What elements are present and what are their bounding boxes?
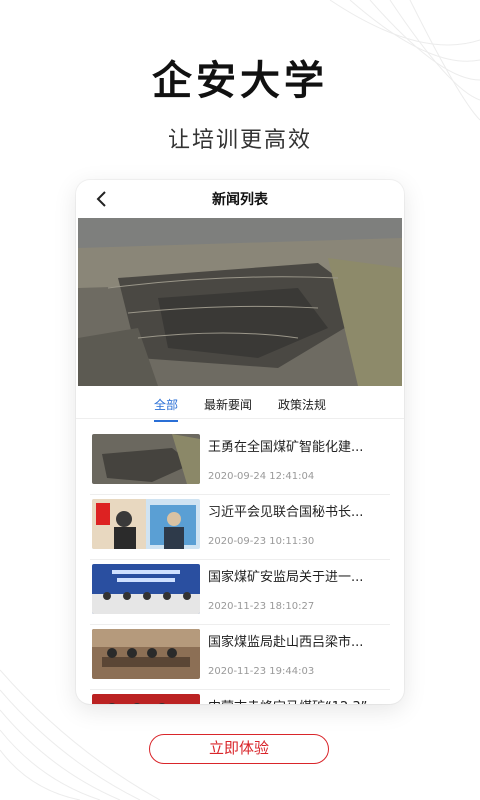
news-thumbnail: [92, 434, 200, 484]
news-thumbnail: [92, 564, 200, 614]
nav-bar: 新闻列表: [76, 180, 404, 218]
category-tabs: 全部 最新要闻 政策法规: [76, 386, 404, 422]
news-item[interactable]: 国家煤监局赴山西吕梁市... 2020-11-23 19:44:03: [90, 625, 390, 690]
news-item[interactable]: 王勇在全国煤矿智能化建... 2020-09-24 12:41:04: [90, 430, 390, 495]
news-thumbnail: [92, 499, 200, 549]
news-item[interactable]: 内蒙古赤峰宝马煤矿“12·3”: [90, 690, 390, 704]
news-title: 国家煤矿安监局关于进一...: [208, 570, 364, 585]
news-date: 2020-11-23 18:10:27: [208, 601, 315, 612]
news-thumbnail: [92, 629, 200, 679]
banner-image-mine[interactable]: [78, 218, 402, 386]
page-title: 新闻列表: [212, 192, 268, 208]
tab-latest-news[interactable]: 最新要闻: [204, 386, 252, 418]
app-title: 企安大学: [152, 58, 328, 104]
news-item[interactable]: 习近平会见联合国秘书长... 2020-09-23 10:11:30: [90, 495, 390, 560]
news-list: 王勇在全国煤矿智能化建... 2020-09-24 12:41:04 习近平会见…: [90, 430, 390, 704]
news-title: 国家煤监局赴山西吕梁市...: [208, 635, 364, 650]
news-thumbnail: [92, 694, 200, 704]
news-title: 内蒙古赤峰宝马煤矿“12·3”: [208, 696, 388, 704]
news-date: 2020-09-24 12:41:04: [208, 471, 315, 482]
news-title: 习近平会见联合国秘书长...: [208, 505, 364, 520]
try-now-button[interactable]: 立即体验: [149, 734, 329, 764]
phone-preview: 新闻列表 全部 最新要闻 政策法规 王勇在全国煤矿智能化建... 2020-09…: [76, 180, 404, 704]
news-date: 2020-09-23 10:11:30: [208, 536, 315, 547]
tabs-divider: [76, 418, 404, 419]
news-item[interactable]: 国家煤矿安监局关于进一... 2020-11-23 18:10:27: [90, 560, 390, 625]
tab-policy-regulations[interactable]: 政策法规: [278, 386, 326, 418]
tab-all[interactable]: 全部: [153, 386, 178, 422]
news-date: 2020-11-23 19:44:03: [208, 666, 315, 677]
app-slogan: 让培训更高效: [167, 128, 312, 153]
news-title: 王勇在全国煤矿智能化建...: [208, 440, 364, 455]
